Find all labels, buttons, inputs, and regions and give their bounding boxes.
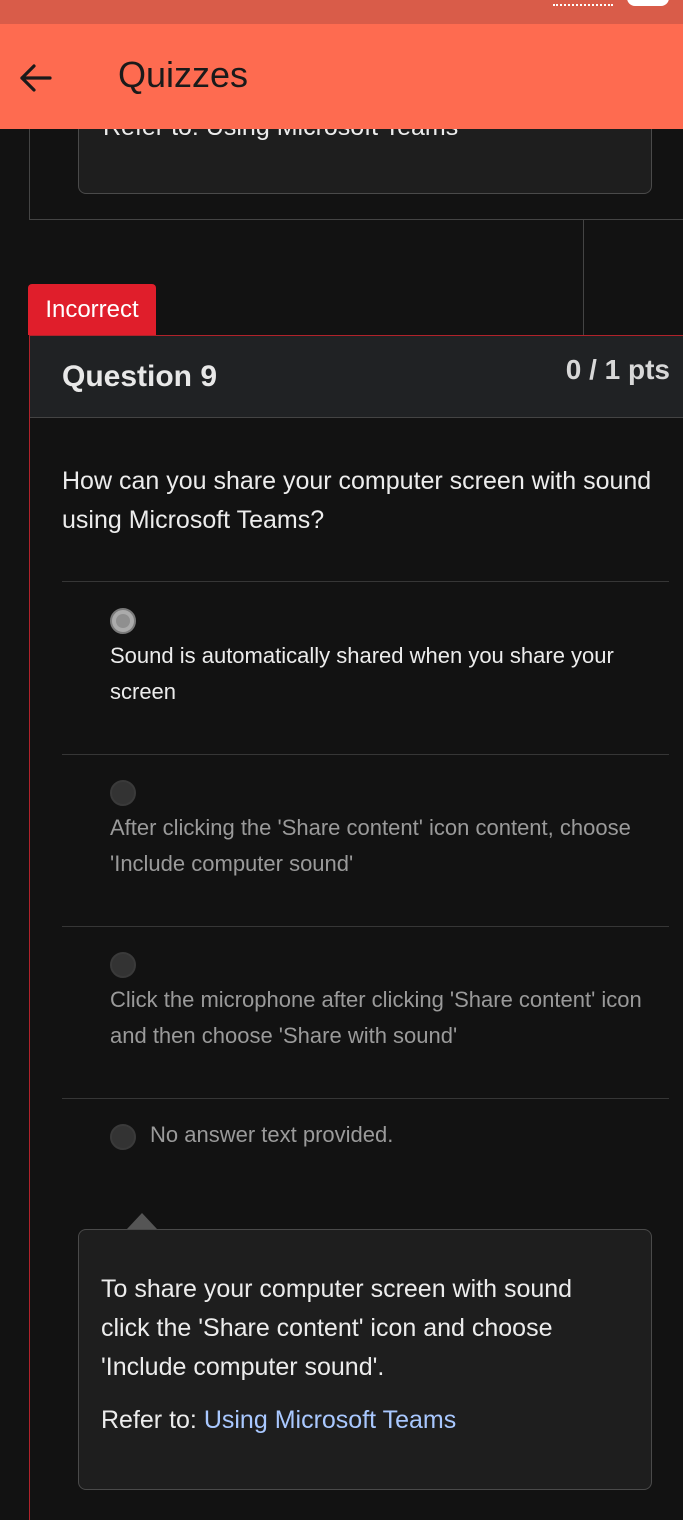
status-bar bbox=[0, 0, 683, 24]
radio-icon[interactable] bbox=[110, 780, 136, 806]
radio-icon[interactable] bbox=[110, 952, 136, 978]
signal-icon bbox=[553, 0, 613, 6]
option-divider bbox=[62, 1098, 669, 1099]
feedback-refer-link[interactable]: Using Microsoft Teams bbox=[204, 1406, 456, 1434]
app-bar: Quizzes bbox=[0, 24, 683, 129]
status-badge: Incorrect bbox=[28, 284, 156, 335]
question-text: How can you share your computer screen w… bbox=[62, 467, 652, 534]
feedback-text: To share your computer screen with sound… bbox=[101, 1275, 573, 1381]
answer-option-label: After clicking the 'Share content' icon … bbox=[110, 815, 631, 876]
arrow-left-icon bbox=[20, 64, 52, 92]
option-divider bbox=[62, 926, 669, 927]
answer-option-label: No answer text provided. bbox=[150, 1122, 394, 1147]
answer-option-label: Sound is automatically shared when you s… bbox=[110, 643, 614, 704]
radio-icon[interactable] bbox=[110, 1124, 136, 1150]
battery-icon bbox=[627, 0, 669, 6]
feedback-refer: Refer to: Using Microsoft Teams bbox=[101, 1406, 456, 1435]
answer-option-label: Click the microphone after clicking 'Sha… bbox=[110, 987, 642, 1048]
radio-selected-icon[interactable] bbox=[110, 608, 136, 634]
feedback-pointer bbox=[127, 1213, 157, 1229]
page-title: Quizzes bbox=[118, 54, 249, 95]
divider bbox=[583, 220, 584, 335]
feedback-box: To share your computer screen with sound… bbox=[78, 1229, 652, 1490]
question-title: Question 9 bbox=[62, 360, 218, 393]
question-points: 0 / 1 pts bbox=[565, 354, 670, 385]
feedback-refer-label: Refer to: bbox=[101, 1406, 197, 1434]
option-divider bbox=[62, 581, 669, 582]
back-button[interactable] bbox=[16, 58, 56, 98]
question-header: Question 9 0 / 1 pts bbox=[30, 336, 683, 418]
option-divider bbox=[62, 754, 669, 755]
